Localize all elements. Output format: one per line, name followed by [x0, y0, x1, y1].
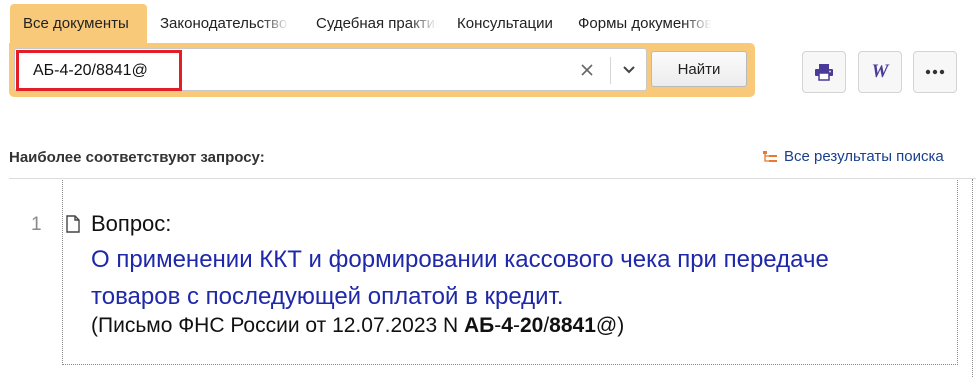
more-options-button[interactable]: [913, 51, 957, 93]
document-type-tabs: Все документы Законодательство Судебная …: [10, 4, 711, 44]
search-box: [14, 48, 647, 91]
results-heading: Наиболее соответствуют запросу:: [9, 149, 265, 166]
result-type-label: Вопрос:: [91, 211, 172, 236]
search-history-dropdown[interactable]: [615, 57, 643, 83]
find-button[interactable]: Найти: [651, 51, 747, 87]
divider: [9, 178, 976, 179]
all-results-label: Все результаты поиска: [784, 148, 944, 165]
tab-document-forms[interactable]: Формы документов: [571, 4, 711, 44]
result-number: 1: [31, 214, 42, 235]
export-word-button[interactable]: W: [858, 51, 902, 93]
print-button[interactable]: [802, 51, 846, 93]
tree-list-icon: [763, 150, 777, 162]
tab-legislation[interactable]: Законодательство: [147, 4, 289, 44]
word-icon: W: [871, 61, 889, 82]
clear-search-button[interactable]: [573, 57, 601, 83]
result-source: (Письмо ФНС России от 12.07.2023 N АБ-4-…: [91, 314, 625, 337]
tab-court-practice[interactable]: Судебная практика: [289, 4, 437, 44]
tab-consultations[interactable]: Консультации: [437, 4, 571, 44]
tab-all-documents[interactable]: Все документы: [10, 4, 147, 44]
divider: [610, 57, 611, 84]
printer-icon: [815, 64, 833, 81]
close-icon: [581, 64, 593, 76]
more-dots-icon: [925, 69, 945, 75]
search-panel: Найти: [9, 43, 755, 97]
chevron-down-icon: [623, 66, 635, 74]
all-results-link[interactable]: Все результаты поиска: [762, 148, 944, 165]
result-title-link[interactable]: О применении ККТ и формировании кассовог…: [91, 241, 851, 315]
search-input[interactable]: [16, 50, 182, 91]
divider: [972, 179, 973, 377]
document-icon: [66, 215, 80, 233]
